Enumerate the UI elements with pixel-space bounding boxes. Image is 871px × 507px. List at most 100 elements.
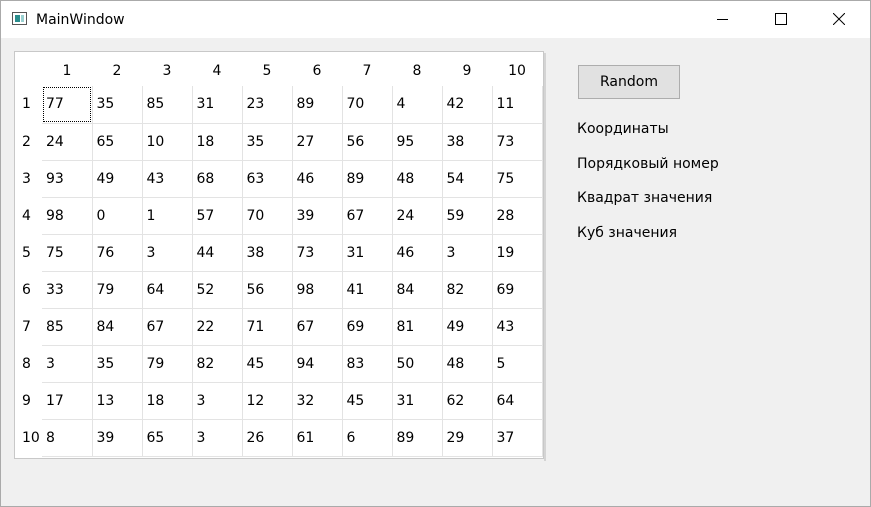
table-cell[interactable]: 5 bbox=[492, 345, 543, 383]
table-cell[interactable]: 70 bbox=[342, 86, 393, 124]
table-cell[interactable]: 77 bbox=[42, 86, 93, 124]
table-cell[interactable]: 95 bbox=[392, 123, 443, 161]
table-cell[interactable]: 8 bbox=[42, 419, 93, 457]
table-cell[interactable]: 64 bbox=[142, 271, 193, 309]
table-cell[interactable]: 31 bbox=[392, 382, 443, 420]
table-cell[interactable]: 31 bbox=[342, 234, 393, 272]
column-header[interactable]: 9 bbox=[442, 53, 492, 86]
table-cell[interactable]: 50 bbox=[392, 345, 443, 383]
table-cell[interactable]: 43 bbox=[492, 308, 543, 346]
table-cell[interactable]: 89 bbox=[392, 419, 443, 457]
table-cell[interactable]: 41 bbox=[342, 271, 393, 309]
table-cell[interactable]: 6 bbox=[342, 419, 393, 457]
row-header[interactable]: 1 bbox=[16, 86, 42, 124]
table-cell[interactable]: 23 bbox=[242, 86, 293, 124]
table-cell[interactable]: 45 bbox=[342, 382, 393, 420]
row-header[interactable]: 4 bbox=[16, 197, 42, 235]
minimize-button[interactable] bbox=[700, 1, 746, 38]
table-cell[interactable]: 57 bbox=[192, 197, 243, 235]
table-cell[interactable]: 3 bbox=[192, 419, 243, 457]
table-cell[interactable]: 98 bbox=[292, 271, 343, 309]
table-cell[interactable]: 11 bbox=[492, 86, 543, 124]
table-cell[interactable]: 44 bbox=[192, 234, 243, 272]
row-header[interactable]: 5 bbox=[16, 234, 42, 272]
table-cell[interactable]: 75 bbox=[42, 234, 93, 272]
table-cell[interactable]: 10 bbox=[142, 123, 193, 161]
table-cell[interactable]: 3 bbox=[442, 234, 493, 272]
table-cell[interactable]: 48 bbox=[442, 345, 493, 383]
table-cell[interactable]: 33 bbox=[42, 271, 93, 309]
table-cell[interactable]: 3 bbox=[42, 345, 93, 383]
table-cell[interactable]: 3 bbox=[142, 234, 193, 272]
table-cell[interactable]: 75 bbox=[492, 160, 543, 198]
table-cell[interactable]: 81 bbox=[392, 308, 443, 346]
table-cell[interactable]: 84 bbox=[92, 308, 143, 346]
table-cell[interactable]: 24 bbox=[392, 197, 443, 235]
table-cell[interactable]: 22 bbox=[192, 308, 243, 346]
table-cell[interactable]: 85 bbox=[42, 308, 93, 346]
table-cell[interactable]: 76 bbox=[92, 234, 143, 272]
data-table[interactable]: 1 2 3 4 5 6 7 8 9 10 1 77 35 85 31 23 89 70 4 42 11 2 24 65 10 1… bbox=[14, 51, 546, 461]
table-cell[interactable]: 64 bbox=[492, 382, 543, 420]
column-header[interactable]: 5 bbox=[242, 53, 292, 86]
table-cell[interactable]: 13 bbox=[92, 382, 143, 420]
table-cell[interactable]: 46 bbox=[392, 234, 443, 272]
table-cell[interactable]: 71 bbox=[242, 308, 293, 346]
table-cell[interactable]: 24 bbox=[42, 123, 93, 161]
table-cell[interactable]: 79 bbox=[92, 271, 143, 309]
table-cell[interactable]: 73 bbox=[492, 123, 543, 161]
table-cell[interactable]: 18 bbox=[142, 382, 193, 420]
row-header[interactable]: 10 bbox=[16, 419, 42, 457]
table-cell[interactable]: 4 bbox=[392, 86, 443, 124]
column-header[interactable]: 6 bbox=[292, 53, 342, 86]
table-cell[interactable]: 65 bbox=[142, 419, 193, 457]
table-cell[interactable]: 46 bbox=[292, 160, 343, 198]
row-header[interactable]: 7 bbox=[16, 308, 42, 346]
table-cell[interactable]: 67 bbox=[342, 197, 393, 235]
table-cell[interactable]: 0 bbox=[92, 197, 143, 235]
table-cell[interactable]: 98 bbox=[42, 197, 93, 235]
table-cell[interactable]: 37 bbox=[492, 419, 543, 457]
table-cell[interactable]: 35 bbox=[92, 86, 143, 124]
table-cell[interactable]: 68 bbox=[192, 160, 243, 198]
table-cell[interactable]: 85 bbox=[142, 86, 193, 124]
row-header[interactable]: 6 bbox=[16, 271, 42, 309]
table-cell[interactable]: 1 bbox=[142, 197, 193, 235]
table-cell[interactable]: 59 bbox=[442, 197, 493, 235]
table-cell[interactable]: 38 bbox=[442, 123, 493, 161]
table-cell[interactable]: 54 bbox=[442, 160, 493, 198]
row-header[interactable]: 9 bbox=[16, 382, 42, 420]
table-cell[interactable]: 32 bbox=[292, 382, 343, 420]
maximize-button[interactable] bbox=[758, 1, 804, 38]
table-cell[interactable]: 28 bbox=[492, 197, 543, 235]
corner-button[interactable] bbox=[16, 53, 42, 86]
row-header[interactable]: 2 bbox=[16, 123, 42, 161]
column-header[interactable]: 1 bbox=[42, 53, 92, 86]
column-header[interactable]: 4 bbox=[192, 53, 242, 86]
table-cell[interactable]: 39 bbox=[92, 419, 143, 457]
table-cell[interactable]: 38 bbox=[242, 234, 293, 272]
row-header[interactable]: 8 bbox=[16, 345, 42, 383]
table-cell[interactable]: 17 bbox=[42, 382, 93, 420]
table-cell[interactable]: 48 bbox=[392, 160, 443, 198]
table-cell[interactable]: 56 bbox=[242, 271, 293, 309]
table-cell[interactable]: 61 bbox=[292, 419, 343, 457]
table-cell[interactable]: 49 bbox=[442, 308, 493, 346]
table-cell[interactable]: 56 bbox=[342, 123, 393, 161]
close-button[interactable] bbox=[816, 1, 862, 38]
table-cell[interactable]: 70 bbox=[242, 197, 293, 235]
table-cell[interactable]: 31 bbox=[192, 86, 243, 124]
table-cell[interactable]: 69 bbox=[342, 308, 393, 346]
table-cell[interactable]: 45 bbox=[242, 345, 293, 383]
table-cell[interactable]: 29 bbox=[442, 419, 493, 457]
table-cell[interactable]: 73 bbox=[292, 234, 343, 272]
table-cell[interactable]: 43 bbox=[142, 160, 193, 198]
column-header[interactable]: 7 bbox=[342, 53, 392, 86]
table-cell[interactable]: 62 bbox=[442, 382, 493, 420]
table-cell[interactable]: 26 bbox=[242, 419, 293, 457]
table-cell[interactable]: 94 bbox=[292, 345, 343, 383]
table-cell[interactable]: 79 bbox=[142, 345, 193, 383]
table-cell[interactable]: 67 bbox=[142, 308, 193, 346]
table-cell[interactable]: 67 bbox=[292, 308, 343, 346]
column-header[interactable]: 10 bbox=[492, 53, 542, 86]
